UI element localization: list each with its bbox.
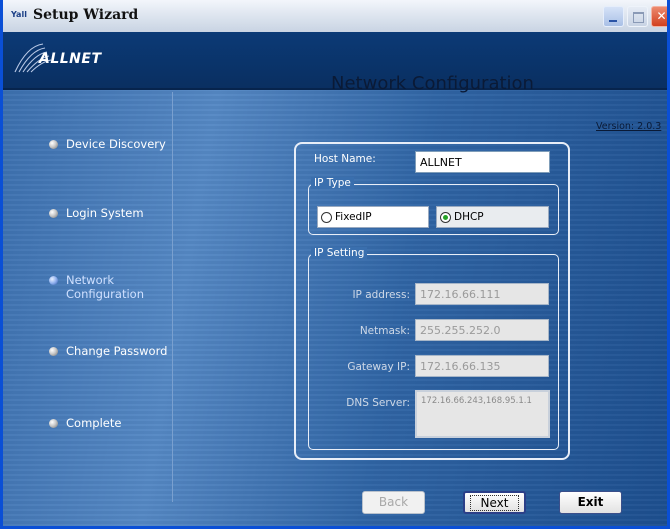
step-bullet-icon — [49, 419, 58, 428]
step-bullet-icon — [49, 276, 58, 285]
step-label: Network Configuration — [66, 273, 144, 301]
maximize-icon — [633, 12, 644, 23]
dns-server-field[interactable]: 172.16.66.243,168.95.1.1 — [415, 390, 550, 438]
dhcp-radio[interactable]: DHCP — [436, 206, 549, 228]
step-change-password: Change Password — [49, 344, 167, 358]
step-bullet-icon — [49, 209, 58, 218]
minimize-icon — [609, 20, 617, 22]
host-name-label: Host Name: — [314, 153, 376, 165]
ip-type-title: IP Type — [311, 177, 354, 189]
step-label: Change Password — [66, 344, 168, 358]
ip-address-label: IP address: — [352, 289, 410, 301]
step-network-configuration: Network Configuration — [49, 273, 156, 301]
close-button[interactable]: ✕ — [651, 6, 667, 27]
gateway-field[interactable]: 172.16.66.135 — [415, 355, 549, 377]
gateway-label: Gateway IP: — [347, 361, 410, 373]
page-title: Network Configuration — [331, 73, 534, 94]
fixedip-radio[interactable]: FixedIP — [317, 206, 429, 228]
window-title: Setup Wizard — [33, 7, 139, 23]
title-bar[interactable]: Yall Setup Wizard ✕ — [3, 0, 667, 33]
step-label: Complete — [66, 416, 122, 430]
maximize-button[interactable] — [627, 6, 648, 27]
setup-wizard-window: Yall Setup Wizard ✕ ALLNET Device Discov… — [0, 0, 670, 529]
step-login-system: Login System — [49, 206, 144, 220]
back-button[interactable]: Back — [362, 491, 425, 514]
next-button-label: Next — [469, 495, 520, 511]
version-link[interactable]: Version: 2.0.3 — [596, 121, 661, 132]
ip-setting-title: IP Setting — [311, 247, 368, 259]
step-bullet-icon — [49, 140, 58, 149]
radio-off-icon — [321, 211, 332, 223]
step-bullet-icon — [49, 347, 58, 356]
dhcp-label: DHCP — [454, 211, 484, 223]
minimize-button[interactable] — [603, 6, 624, 27]
dns-server-label: DNS Server: — [346, 397, 410, 409]
app-icon: Yall — [11, 10, 27, 19]
next-button[interactable]: Next — [463, 491, 526, 514]
step-complete: Complete — [49, 416, 121, 430]
sidebar-divider — [172, 92, 173, 502]
netmask-field[interactable]: 255.255.252.0 — [415, 319, 549, 341]
netmask-label: Netmask: — [359, 325, 410, 337]
step-label: Device Discovery — [66, 137, 166, 151]
logo-text: ALLNET — [39, 51, 102, 67]
fixedip-label: FixedIP — [335, 211, 372, 223]
step-label: Login System — [66, 206, 144, 220]
ip-address-field[interactable]: 172.16.66.111 — [415, 283, 549, 305]
exit-button[interactable]: Exit — [559, 491, 622, 514]
radio-on-icon — [440, 211, 451, 223]
close-icon: ✕ — [656, 9, 667, 23]
step-device-discovery: Device Discovery — [49, 137, 166, 151]
host-name-input[interactable]: ALLNET — [415, 151, 550, 173]
